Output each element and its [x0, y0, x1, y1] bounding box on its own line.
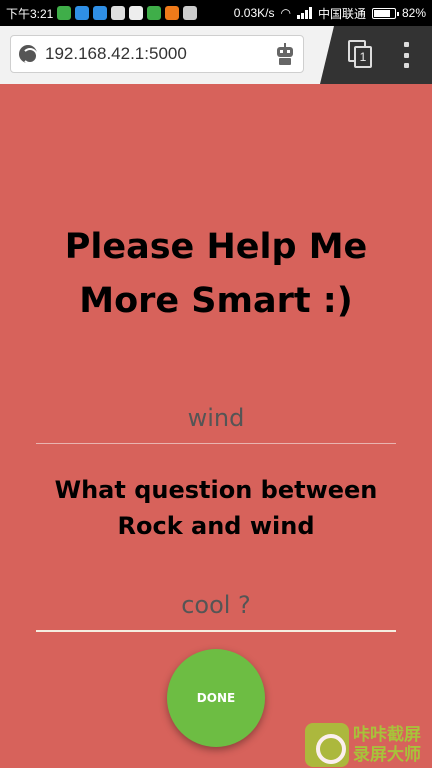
app-notification-icon	[111, 6, 126, 20]
app-notification-icon	[165, 6, 180, 20]
status-time: 下午3:21	[6, 6, 54, 21]
done-button[interactable]: DONE	[167, 649, 265, 747]
robot-icon[interactable]	[275, 43, 295, 65]
toolbar-dark-region	[320, 26, 432, 84]
overflow-menu-icon[interactable]	[404, 42, 410, 68]
qq-icon	[129, 6, 144, 20]
tab-count: 1	[354, 46, 372, 68]
wifi-icon: ◠	[280, 6, 291, 20]
app-notification-icon	[57, 6, 72, 20]
answer-input-1[interactable]	[36, 392, 396, 443]
app-notification-icon	[75, 6, 90, 20]
watermark-line-1: 咔咔截屏	[353, 725, 421, 745]
address-bar[interactable]: 192.168.42.1:5000	[10, 35, 304, 73]
battery-icon	[371, 7, 399, 19]
answer-field-1[interactable]	[36, 392, 396, 444]
app-notification-icon	[93, 6, 108, 20]
signal-icon	[296, 7, 312, 19]
answer-input-2[interactable]	[36, 580, 396, 630]
status-bar: 下午3:21 0.03K/s ◠ 中国联通 82%	[0, 0, 432, 26]
question-text: What question between Rock and wind	[54, 476, 378, 540]
browser-toolbar: 192.168.42.1:5000 1	[0, 26, 432, 84]
app-notification-icon	[147, 6, 162, 20]
tab-switcher-button[interactable]: 1	[348, 40, 372, 68]
carrier-name: 中国联通	[317, 6, 366, 21]
watermark: 咔咔截屏 录屏大师	[305, 722, 429, 768]
answer-field-2[interactable]	[36, 580, 396, 632]
battery-percent: 82%	[401, 6, 426, 20]
network-speed: 0.03K/s	[233, 6, 275, 20]
app-notification-icon	[183, 6, 198, 20]
camera-logo-icon	[305, 723, 349, 767]
page-title: Please Help Me More Smart :)	[64, 227, 368, 321]
globe-icon	[19, 45, 38, 64]
url-text[interactable]: 192.168.42.1:5000	[45, 44, 187, 64]
watermark-line-2: 录屏大师	[353, 745, 421, 765]
